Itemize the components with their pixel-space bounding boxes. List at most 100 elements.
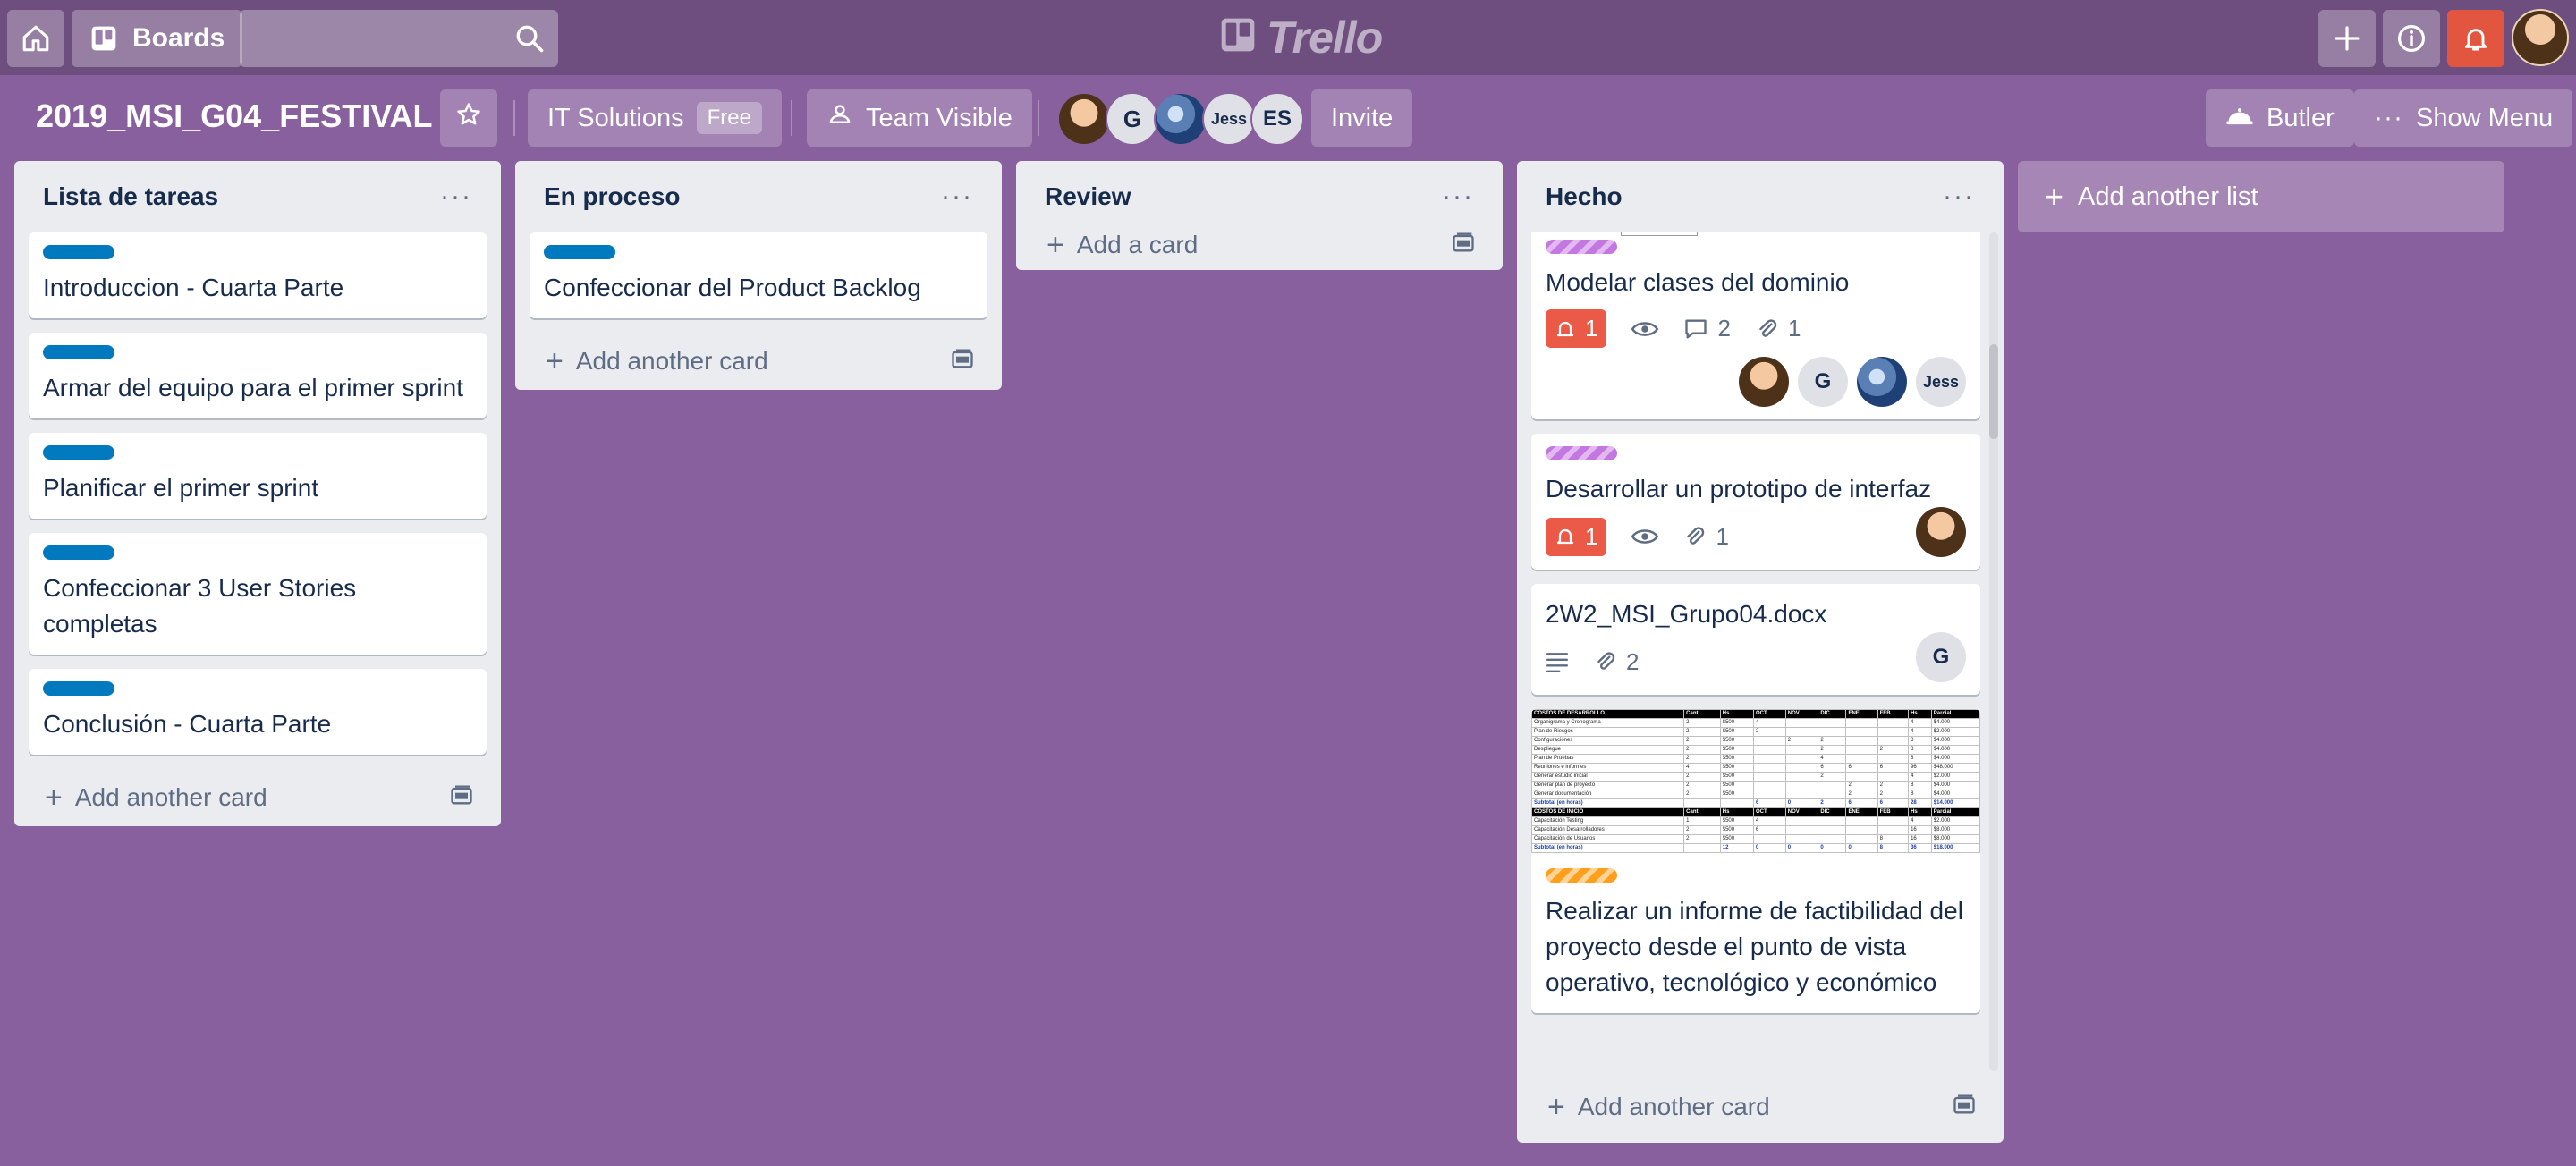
due-badge: 1 — [1546, 517, 1607, 556]
add-card-label: Add a card — [1076, 231, 1199, 258]
add-card-button[interactable]: + Add a card — [1016, 220, 1503, 270]
card-title: Confeccionar del Product Backlog — [544, 274, 921, 301]
card-label — [1546, 240, 1617, 254]
card-title: Introduccion - Cuarta Parte — [43, 274, 344, 301]
list-title[interactable]: Review — [1045, 182, 1131, 211]
board-title[interactable]: 2019_MSI_G04_FESTIVAL — [36, 95, 433, 138]
card-cover-image — [1546, 232, 1966, 240]
search-input[interactable] — [240, 10, 558, 67]
card-template-icon[interactable] — [1451, 230, 1476, 261]
plan-badge: Free — [696, 102, 762, 134]
list-title[interactable]: En proceso — [544, 182, 680, 211]
paperclip-icon — [1759, 318, 1777, 337]
card-title: Planificar el primer sprint — [43, 474, 319, 502]
card-title: Modelar clases del dominio — [1546, 268, 1850, 296]
list-card[interactable]: Introduccion - Cuarta Parte — [29, 232, 487, 318]
divider — [513, 100, 515, 136]
list-menu-icon[interactable]: ··· — [440, 183, 472, 210]
user-avatar[interactable] — [2512, 9, 2569, 66]
add-card-label: Add another card — [575, 347, 768, 375]
show-menu-button[interactable]: ··· Show Menu — [2354, 89, 2573, 147]
butler-button[interactable]: Butler — [2206, 89, 2354, 147]
member-avatar[interactable] — [1057, 92, 1111, 146]
list-title[interactable]: Lista de tareas — [43, 182, 218, 211]
member-avatar[interactable]: ES — [1250, 92, 1304, 146]
team-visible-icon — [826, 101, 853, 135]
card-label — [43, 245, 114, 259]
paperclip-icon — [1597, 652, 1615, 670]
visibility-button[interactable]: Team Visible — [807, 89, 1032, 147]
list-cards-scroll[interactable]: Modelar clases del dominio 1 2 1 G Jess … — [1517, 232, 2004, 1071]
card-member-avatar[interactable] — [1739, 357, 1789, 407]
list-review: Review ··· + Add a card — [1016, 161, 1503, 270]
card-label — [43, 345, 114, 359]
trello-logo[interactable]: Trello — [1220, 12, 1383, 63]
bell-icon — [1556, 321, 1574, 336]
list-card[interactable]: Modelar clases del dominio 1 2 1 G Jess — [1531, 232, 1980, 419]
card-member-avatar[interactable]: G — [1798, 357, 1848, 407]
card-member-avatar[interactable]: G — [1916, 632, 1966, 682]
butler-icon — [2225, 101, 2254, 135]
card-member-avatar[interactable]: Jess — [1916, 357, 1966, 407]
search-icon[interactable] — [513, 22, 546, 59]
info-button[interactable] — [2383, 10, 2440, 67]
comments-badge: 2 — [1683, 315, 1731, 342]
trello-logo-icon — [1220, 12, 1256, 63]
star-board-button[interactable] — [440, 89, 497, 147]
add-card-label: Add another card — [74, 783, 267, 811]
list-lista-de-tareas: Lista de tareas ··· Introduccion - Cuart… — [14, 161, 501, 826]
list-card[interactable]: Planificar el primer sprint — [29, 433, 487, 519]
add-card-button[interactable]: + Add another card — [515, 333, 1002, 390]
home-button[interactable] — [7, 10, 64, 67]
add-card-button[interactable]: + Add another card — [1517, 1071, 2004, 1143]
list-card[interactable]: Conclusión - Cuarta Parte — [29, 669, 487, 755]
card-label — [43, 445, 114, 460]
add-list-button[interactable]: + Add another list — [2018, 161, 2504, 232]
member-avatar[interactable]: G — [1106, 92, 1159, 146]
list-card[interactable]: Armar del equipo para el primer sprint — [29, 333, 487, 418]
card-cover-image: COSTOS DE DESARROLLO Cant. Hs OCT NOV DIC ENE F… — [1531, 709, 1980, 856]
card-template-icon[interactable] — [1952, 1092, 1977, 1123]
list-menu-icon[interactable]: ··· — [1943, 183, 1975, 210]
plus-icon: + — [1547, 1089, 1565, 1124]
list-card[interactable]: 2W2_MSI_Grupo04.docx 2 G — [1531, 584, 1980, 695]
plus-icon: + — [45, 780, 63, 815]
card-title: 2W2_MSI_Grupo04.docx — [1546, 600, 1827, 628]
top-header: Boards Trello — [0, 0, 2576, 75]
add-card-button[interactable]: + Add another card — [14, 769, 501, 826]
attachments-badge: 1 — [1756, 315, 1801, 342]
invite-button[interactable]: Invite — [1311, 89, 1413, 147]
attachments-badge: 2 — [1594, 648, 1639, 676]
list-title[interactable]: Hecho — [1546, 182, 1623, 211]
team-name: IT Solutions — [547, 103, 684, 132]
boards-button[interactable]: Boards — [72, 10, 243, 67]
invite-label: Invite — [1331, 103, 1394, 132]
list-card[interactable]: COSTOS DE DESARROLLO Cant. Hs OCT NOV DIC ENE F… — [1531, 709, 1980, 1013]
watch-icon — [1631, 525, 1659, 548]
create-button[interactable] — [2318, 10, 2376, 67]
star-icon — [455, 101, 482, 135]
scrollbar-thumb[interactable] — [1989, 344, 1998, 439]
member-avatar[interactable]: Jess — [1202, 92, 1256, 146]
card-template-icon[interactable] — [449, 782, 474, 814]
info-icon — [2396, 23, 2427, 54]
search-field[interactable] — [240, 10, 558, 67]
card-member-avatar[interactable] — [1916, 507, 1966, 557]
card-title: Conclusión - Cuarta Parte — [43, 710, 332, 738]
more-icon: ··· — [2374, 103, 2403, 132]
list-card[interactable]: Confeccionar 3 User Stories completas — [29, 533, 487, 655]
card-label — [544, 245, 615, 259]
list-card[interactable]: Confeccionar del Product Backlog — [530, 232, 987, 318]
card-member-avatar[interactable] — [1857, 357, 1907, 407]
notifications-button[interactable] — [2447, 10, 2504, 67]
boards-label: Boards — [132, 23, 225, 53]
list-menu-icon[interactable]: ··· — [941, 183, 973, 210]
butler-label: Butler — [2267, 103, 2334, 132]
member-avatar[interactable] — [1154, 92, 1208, 146]
list-menu-icon[interactable]: ··· — [1442, 183, 1474, 210]
card-template-icon[interactable] — [950, 346, 975, 377]
list-hecho: Hecho ··· Modelar clases del dominio 1 2… — [1517, 161, 2004, 1143]
trello-logo-text: Trello — [1267, 13, 1383, 63]
list-card[interactable]: Desarrollar un prototipo de interfaz 1 1 — [1531, 434, 1980, 570]
team-button[interactable]: IT Solutions Free — [528, 89, 782, 147]
